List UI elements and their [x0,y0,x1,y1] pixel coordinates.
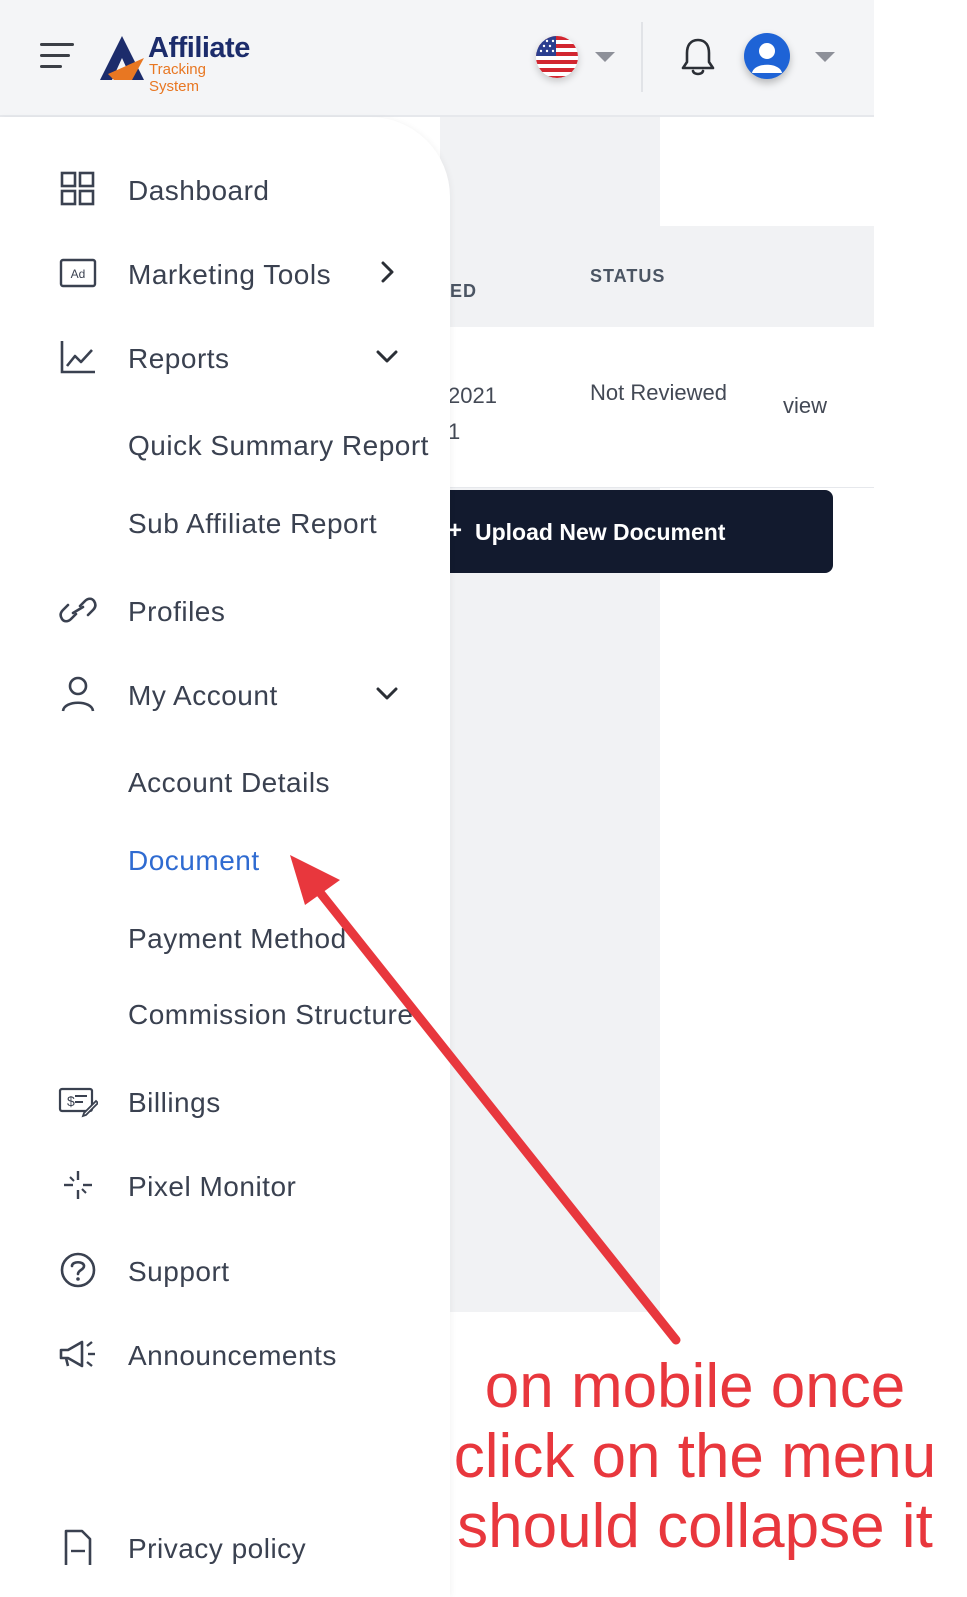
chart-line-icon [60,341,95,374]
question-circle-icon [60,1252,96,1288]
header-divider [641,22,643,92]
sidebar-item-label: Reports [128,343,230,374]
sidebar-item-label: Announcements [128,1340,337,1371]
sidebar-item-reports[interactable]: Reports [0,327,450,387]
chevron-down-icon [376,350,398,363]
bell-icon[interactable] [678,36,718,78]
language-dropdown-caret-icon[interactable] [595,52,615,62]
megaphone-icon [59,1340,95,1368]
annotation-text: on mobile once click on the menu should … [430,1352,960,1562]
sidebar-item-label: My Account [128,680,278,711]
table-cell-status: Not Reviewed [590,380,727,405]
sidebar-sub-quick-summary-report[interactable]: Quick Summary Report [128,430,429,462]
sidebar-sub-commission-structure[interactable]: Commission Structure [128,999,413,1031]
sidebar-item-profiles[interactable]: Profiles [0,580,450,640]
link-icon [59,597,97,623]
pixel-icon [64,1171,92,1199]
svg-text:Ad: Ad [71,267,86,281]
sidebar-item-label: Support [128,1256,230,1287]
us-flag-icon[interactable] [536,36,578,78]
sidebar-item-announcements[interactable]: Announcements [0,1324,450,1384]
annotation-line-3: should collapse it [457,1492,933,1561]
upload-new-document-button[interactable]: + Upload New Document [418,490,833,573]
plus-icon: + [448,517,463,544]
sidebar-item-label: Privacy policy [128,1533,307,1564]
user-avatar-icon[interactable] [744,33,790,79]
document-icon [64,1529,92,1565]
view-link[interactable]: view [783,393,827,419]
annotation-line-1: on mobile once [484,1352,906,1421]
sidebar-item-marketing-tools[interactable]: Ad Marketing Tools [0,243,450,303]
sidebar-item-privacy-policy[interactable]: Privacy policy [0,1517,450,1577]
sidebar-item-label: Marketing Tools [128,259,332,290]
sidebar-item-label: Billings [128,1087,221,1118]
sidebar-menu: Dashboard Ad Marketing Tools Reports Qui… [0,117,450,1597]
date-line-2: 1 [448,419,461,444]
sidebar-item-pixel-monitor[interactable]: Pixel Monitor [0,1155,450,1215]
date-line-1: 2021 [448,383,497,408]
logo-mark-icon [100,36,144,80]
annotation-line-2: click on the menu [453,1422,937,1491]
table-header-date: ED [450,281,478,301]
logo-subtitle: Tracking System [149,61,206,95]
user-icon [61,676,95,712]
sidebar-item-label: Pixel Monitor [128,1171,297,1202]
top-header: Affiliate Tracking System [0,0,874,117]
sidebar-item-label: Profiles [128,596,226,627]
sidebar-item-my-account[interactable]: My Account [0,664,450,724]
sidebar-item-dashboard[interactable]: Dashboard [0,159,450,219]
sidebar-item-label: Dashboard [128,175,270,206]
hamburger-menu-icon[interactable] [40,40,76,72]
sidebar-sub-document[interactable]: Document [128,845,260,877]
sidebar-item-support[interactable]: Support [0,1240,450,1300]
billing-icon: $ [58,1087,98,1118]
sidebar-sub-payment-method[interactable]: Payment Method [128,923,347,955]
table-cell-date: 2021 1 [448,378,497,450]
grid-icon [60,171,95,206]
upload-button-label: Upload New Document [475,519,726,545]
ad-icon: Ad [59,258,97,288]
chevron-down-icon [376,687,398,700]
table-header-status: STATUS [590,266,666,286]
profile-dropdown-caret-icon[interactable] [815,52,835,62]
sidebar-sub-account-details[interactable]: Account Details [128,767,330,799]
sidebar-sub-sub-affiliate-report[interactable]: Sub Affiliate Report [128,508,377,540]
sidebar-item-billings[interactable]: $ Billings [0,1071,450,1131]
chevron-right-icon [381,261,394,283]
logo[interactable]: Affiliate Tracking System [98,30,258,95]
svg-text:$: $ [67,1093,75,1109]
